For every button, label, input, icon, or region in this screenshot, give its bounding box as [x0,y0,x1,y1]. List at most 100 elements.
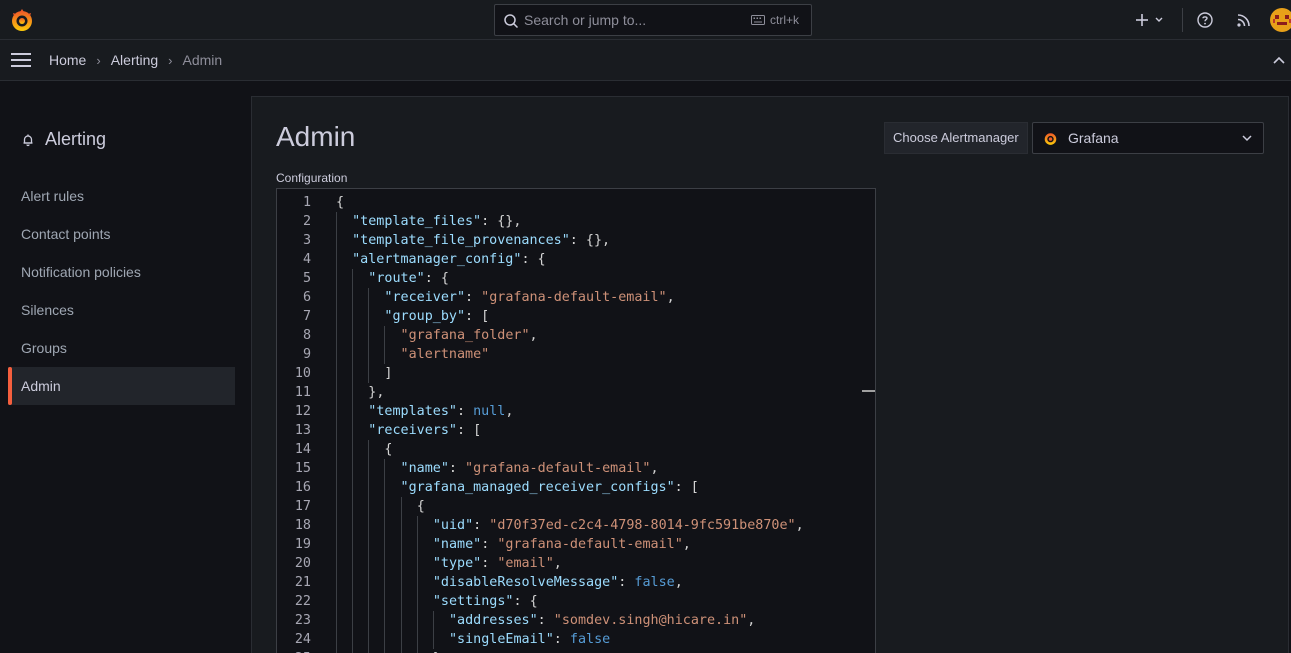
indent-guide [368,440,370,459]
code-token: : [473,518,490,533]
code-content: "template_files": {}, [352,212,521,231]
code-line: 2 "template_files": {}, [277,212,875,231]
code-token: : [553,632,570,647]
sidebar-item-silences[interactable]: Silences [8,291,235,329]
code-token: : [537,613,554,628]
grafana-logo-icon[interactable] [9,7,35,33]
indent-guide [352,478,354,497]
indent-guide [336,516,337,535]
indent-guide [432,611,434,630]
line-number: 21 [294,575,311,590]
indent-guide [352,554,354,573]
indent-guide [336,649,337,653]
indent-guide [336,554,337,573]
code-token: : { [424,271,449,286]
indent-guide [352,421,354,440]
breadcrumb-bar: Home › Alerting › Admin [0,40,1291,81]
indent-guide [336,440,337,459]
indent-guide [400,592,402,611]
indent-guide [352,535,354,554]
sidebar-item-groups[interactable]: Groups [8,329,235,367]
breadcrumb-separator: › [96,52,101,68]
sidebar-item-alert-rules[interactable]: Alert rules [8,177,235,215]
news-button[interactable] [1233,10,1255,30]
indent-guide [384,326,386,345]
indent-guide [432,630,434,649]
divider [1182,8,1183,32]
breadcrumb-home[interactable]: Home [49,52,86,68]
code-token: ] [384,366,393,381]
code-content: }, [368,383,384,402]
code-token: "template_file_provenances" [352,233,570,248]
code-line: 6 "receiver": "grafana-default-email", [277,288,875,307]
alertmanager-select[interactable]: Grafana [1032,122,1264,154]
indent-guide [352,269,354,288]
indent-guide [352,459,354,478]
avatar[interactable] [1270,8,1291,32]
code-line: 19 "name": "grafana-default-email", [277,535,875,554]
code-token: "alertname" [400,347,490,362]
indent-guide [336,592,337,611]
code-token: : [456,404,474,419]
indent-guide [416,649,418,653]
code-token: "alertmanager_config" [352,252,522,267]
help-icon [1197,12,1213,28]
breadcrumb-admin: Admin [182,52,223,68]
line-number: 19 [294,537,311,552]
indent-guide [352,307,354,326]
code-token: "disableResolveMessage" [432,575,619,590]
code-line: 3 "template_file_provenances": {}, [277,231,875,250]
code-token: "type" [432,556,482,571]
code-token: "route" [368,271,425,286]
indent-guide [368,592,370,611]
indent-guide [368,364,370,383]
line-number: 18 [294,518,311,533]
help-button[interactable] [1194,10,1216,30]
code-token: : { [513,594,538,609]
line-number: 2 [302,214,311,229]
configuration-code-editor[interactable]: 1{2 "template_files": {}, 3 "template_file_… [276,188,876,653]
indent-guide [400,497,402,516]
code-content: { [336,193,344,212]
sidebar-item-contact-points[interactable]: Contact points [8,215,235,253]
indent-guide [400,554,402,573]
sidebar-item-admin[interactable]: Admin [8,367,235,405]
line-number: 6 [302,290,311,305]
code-token: false [569,632,611,647]
code-token: : { [521,252,546,267]
indent-guide [352,573,354,592]
code-content: "receivers": [ [368,421,481,440]
top-bar: Search or jump to... ctrl+k [0,0,1291,40]
alertmanager-select-value: Grafana [1068,130,1119,146]
line-number: 15 [294,461,311,476]
indent-guide [384,554,386,573]
configuration-label: Configuration [276,171,348,185]
chevron-up-icon[interactable] [1272,54,1286,66]
code-content: "alertname" [401,345,490,364]
indent-guide [352,516,354,535]
indent-guide [336,497,337,516]
indent-guide [368,288,370,307]
breadcrumb-alerting[interactable]: Alerting [111,52,158,68]
code-line: 21 "disableResolveMessage": false, [277,573,875,592]
indent-guide [336,611,337,630]
scrollbar-thumb[interactable] [862,390,875,392]
indent-guide [416,592,418,611]
menu-icon[interactable] [11,53,31,67]
code-token: "d70f37ed-c2c4-4798-8014-9fc591be870e" [489,518,796,533]
indent-guide [352,402,354,421]
line-number: 3 [302,233,311,248]
indent-guide [368,535,370,554]
code-content: "alertmanager_config": { [352,250,546,269]
code-token: "grafana_managed_receiver_configs" [400,480,675,495]
indent-guide [384,478,386,497]
indent-guide [400,535,402,554]
new-button[interactable] [1133,10,1167,30]
search-input[interactable]: Search or jump to... ctrl+k [494,4,812,36]
line-number: 4 [302,252,311,267]
indent-guide [336,630,337,649]
sidebar-item-notification-policies[interactable]: Notification policies [8,253,235,291]
indent-guide [336,307,337,326]
code-token: "group_by" [384,309,466,324]
code-line: 20 "type": "email", [277,554,875,573]
